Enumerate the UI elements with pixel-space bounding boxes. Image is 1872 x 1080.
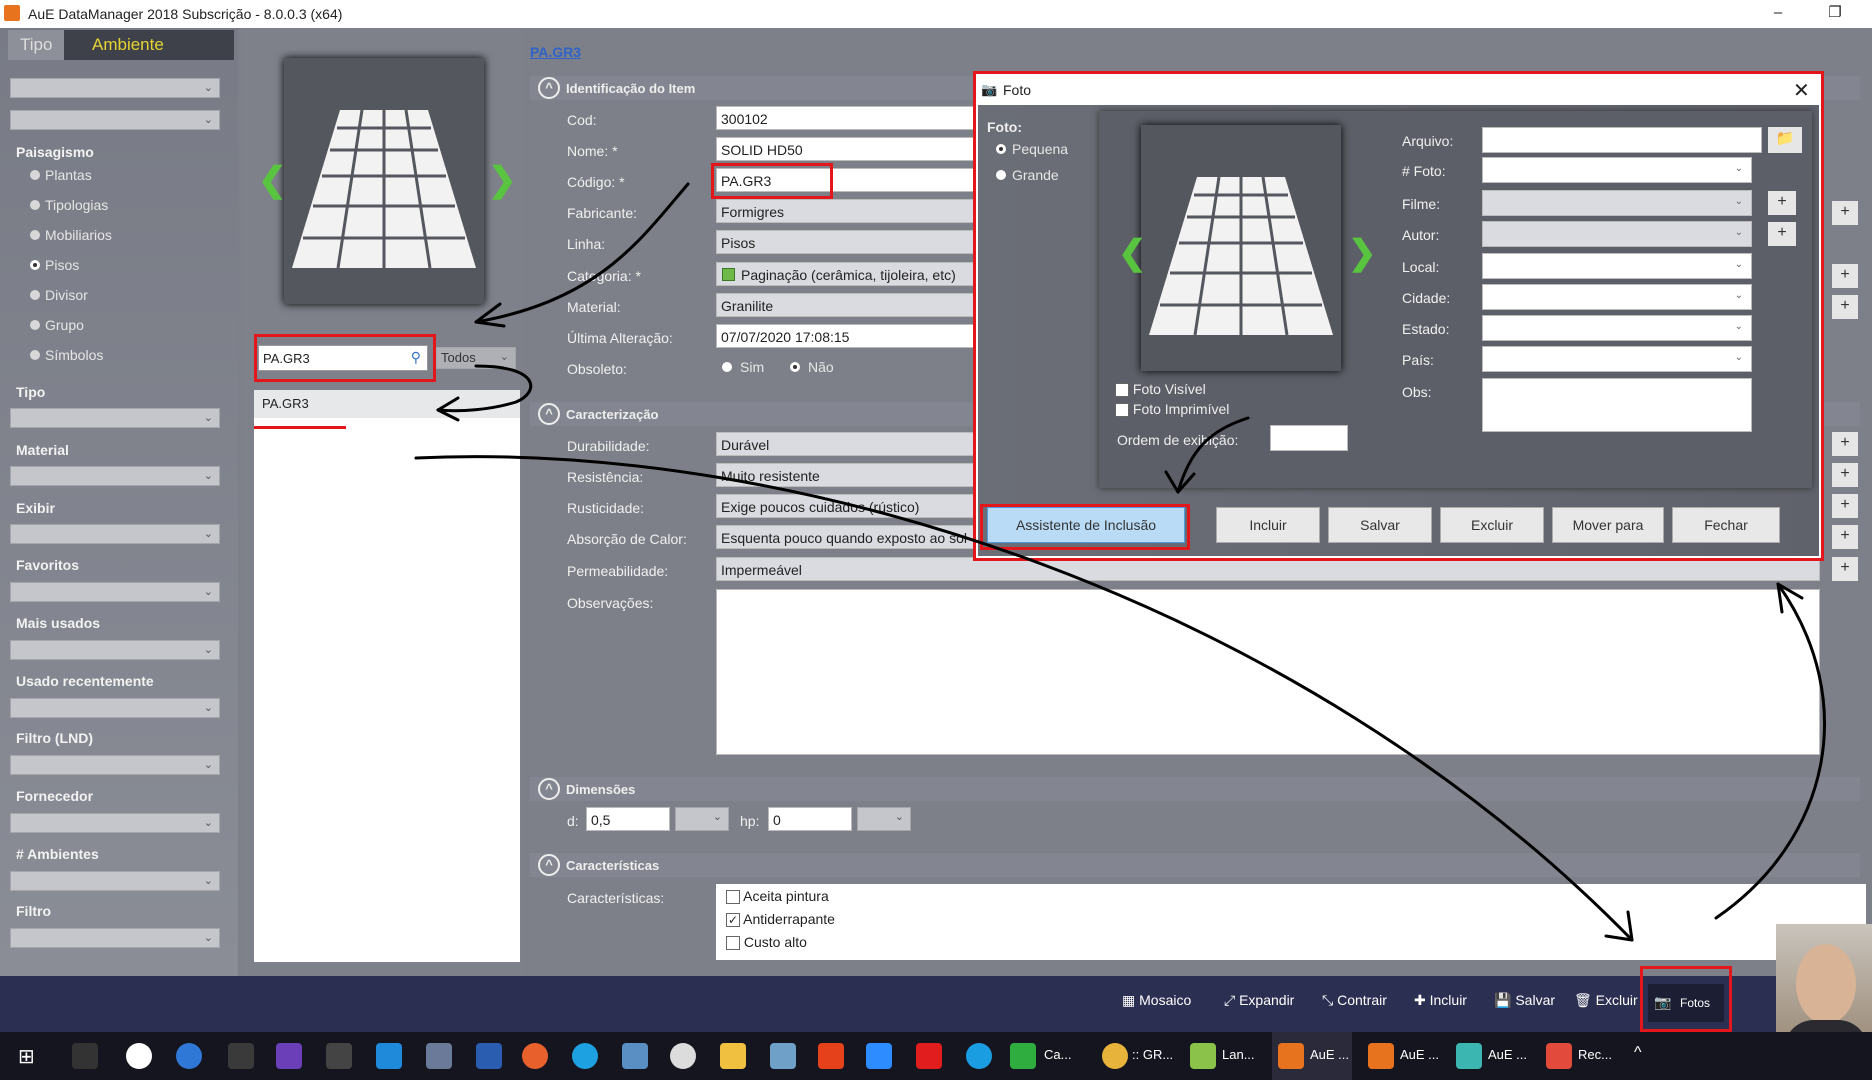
firefox-icon[interactable] xyxy=(522,1043,548,1069)
recorder-icon[interactable] xyxy=(1546,1043,1572,1069)
app-icon[interactable] xyxy=(1190,1043,1216,1069)
acrobat-icon[interactable] xyxy=(916,1043,942,1069)
skype-icon[interactable] xyxy=(572,1043,598,1069)
presenter-face xyxy=(1796,944,1856,1024)
app-icon[interactable] xyxy=(622,1043,648,1069)
aue-icon[interactable] xyxy=(1278,1043,1304,1069)
excluir-toolbar-button[interactable]: 🗑 Excluir xyxy=(1574,992,1638,1009)
taskbar-item-label[interactable]: AuE ... xyxy=(1310,1047,1349,1062)
task-view-icon[interactable] xyxy=(72,1043,98,1069)
annotation-arrows xyxy=(414,182,1826,942)
incluir-toolbar-button[interactable]: ✚ Incluir xyxy=(1414,992,1467,1009)
chat-icon[interactable] xyxy=(126,1043,152,1069)
os-taskbar: ⊞ Ca... :: GR... Lan... AuE ... AuE ... … xyxy=(0,1032,1872,1080)
tray-chevron-icon[interactable]: ^ xyxy=(1634,1044,1642,1062)
expand-icon: ⤢ xyxy=(1224,992,1236,1008)
bottom-toolbar: ▦ Mosaico ⤢ Expandir ⤡ Contrair ✚ Inclui… xyxy=(0,976,1872,1032)
windows-start-icon[interactable]: ⊞ xyxy=(18,1044,40,1068)
app-icon[interactable] xyxy=(770,1043,796,1069)
taskbar-item-label[interactable]: Lan... xyxy=(1222,1047,1255,1062)
taskbar-item-label[interactable]: AuE ... xyxy=(1400,1047,1439,1062)
contrair-button[interactable]: ⤡ Contrair xyxy=(1322,992,1387,1009)
vscode-icon[interactable] xyxy=(376,1043,402,1069)
app-icon[interactable] xyxy=(176,1043,202,1069)
taskbar-item-label[interactable]: AuE ... xyxy=(1488,1047,1527,1062)
office-icon[interactable] xyxy=(818,1043,844,1069)
app-icon[interactable] xyxy=(670,1043,696,1069)
salvar-toolbar-button[interactable]: 💾 Salvar xyxy=(1494,992,1555,1009)
chrome-icon[interactable] xyxy=(1102,1043,1128,1069)
app-icon[interactable] xyxy=(326,1043,352,1069)
expandir-button[interactable]: ⤢ Expandir xyxy=(1224,992,1294,1009)
edge-icon[interactable] xyxy=(966,1043,992,1069)
taskbar-item-label[interactable]: :: GR... xyxy=(1132,1047,1173,1062)
zoom-icon[interactable] xyxy=(866,1043,892,1069)
app-icon[interactable] xyxy=(1010,1043,1036,1069)
visual-studio-icon[interactable] xyxy=(276,1043,302,1069)
aue-icon[interactable] xyxy=(1368,1043,1394,1069)
trash-icon: 🗑 xyxy=(1574,992,1592,1008)
aue-icon[interactable] xyxy=(1456,1043,1482,1069)
app-icon[interactable] xyxy=(476,1043,502,1069)
plus-icon: ✚ xyxy=(1414,992,1426,1008)
grid-icon: ▦ xyxy=(1122,992,1136,1008)
collapse-arrows-icon: ⤡ xyxy=(1322,992,1334,1008)
folder-icon[interactable] xyxy=(720,1043,746,1069)
app-icon[interactable] xyxy=(426,1043,452,1069)
mosaico-button[interactable]: ▦ Mosaico xyxy=(1122,992,1191,1009)
taskbar-item-label[interactable]: Ca... xyxy=(1044,1047,1071,1062)
save-icon: 💾 xyxy=(1494,992,1512,1008)
taskbar-item-label[interactable]: Rec... xyxy=(1578,1047,1612,1062)
fotos-highlight-box xyxy=(1640,966,1732,1032)
app-icon[interactable] xyxy=(228,1043,254,1069)
